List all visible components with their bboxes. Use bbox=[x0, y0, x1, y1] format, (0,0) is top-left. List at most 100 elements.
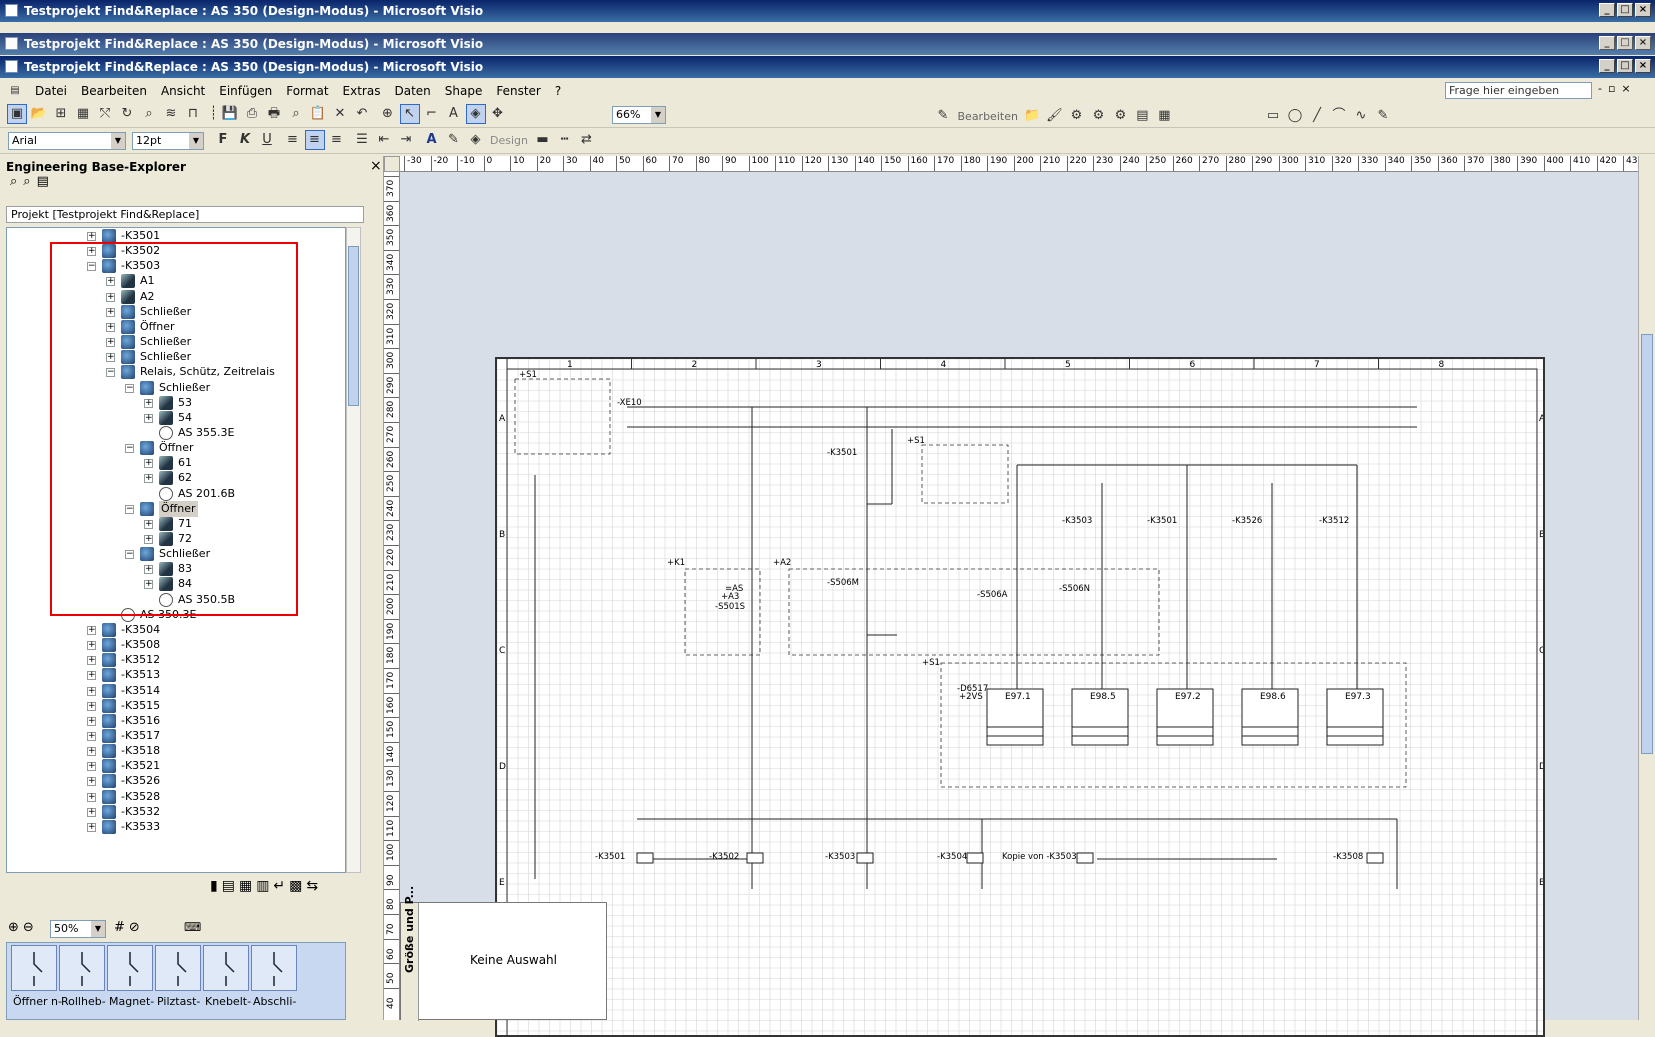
tree-node[interactable]: +-K3532 bbox=[7, 804, 346, 820]
pencil-tool-icon[interactable]: ✎ bbox=[1373, 106, 1393, 126]
stencil-shape[interactable] bbox=[155, 945, 201, 991]
save-icon[interactable]: 💾 bbox=[220, 104, 240, 124]
expand-icon[interactable]: + bbox=[87, 671, 96, 680]
undo-icon[interactable]: ↶ bbox=[352, 104, 372, 124]
expand-icon[interactable]: + bbox=[87, 641, 96, 650]
bearbeiten-dropdown[interactable]: Bearbeiten bbox=[958, 110, 1018, 123]
italic-button[interactable]: K bbox=[235, 130, 255, 150]
menu-fenster[interactable]: Fenster bbox=[489, 84, 548, 98]
gear-icon[interactable]: ⚙ bbox=[1088, 106, 1108, 126]
report-icon[interactable]: ▤ bbox=[1132, 106, 1152, 126]
grid-icon[interactable]: ▦ bbox=[1154, 106, 1174, 126]
search-icon[interactable]: ⌕ bbox=[10, 174, 23, 189]
tree-node[interactable]: +-K3514 bbox=[7, 683, 346, 699]
tree-node[interactable]: +-K3515 bbox=[7, 698, 346, 714]
pan-icon[interactable]: ✥ bbox=[488, 104, 508, 124]
window-title-bar-1[interactable]: Testprojekt Find&Replace : AS 350 (Desig… bbox=[0, 0, 1655, 22]
zoom-out-icon[interactable]: ⊖ bbox=[23, 920, 38, 935]
size-panel-header[interactable]: Größe und P... bbox=[401, 903, 419, 1021]
minimize-button[interactable]: _ bbox=[1599, 3, 1615, 17]
project-header[interactable]: Projekt [Testprojekt Find&Replace] bbox=[6, 206, 364, 223]
expand-icon[interactable]: + bbox=[87, 823, 96, 832]
tree-node[interactable]: +-K3518 bbox=[7, 743, 346, 759]
tree-node[interactable]: +-K3513 bbox=[7, 667, 346, 683]
close-icon[interactable]: × bbox=[370, 158, 382, 174]
align-right-icon[interactable]: ≡ bbox=[327, 130, 347, 150]
window-title-bar-2[interactable]: Testprojekt Find&Replace : AS 350 (Desig… bbox=[0, 33, 1655, 55]
tree-node[interactable]: +-K3508 bbox=[7, 637, 346, 653]
open-icon[interactable]: 📂 bbox=[29, 104, 49, 124]
search-clear-icon[interactable]: ⌕ bbox=[23, 174, 36, 189]
tree-icon[interactable]: ⊞ bbox=[51, 104, 71, 124]
menu-help[interactable]: ? bbox=[548, 84, 568, 98]
expand-icon[interactable]: + bbox=[87, 793, 96, 802]
minimize-button[interactable]: _ bbox=[1599, 59, 1615, 73]
expand-icon[interactable]: + bbox=[87, 747, 96, 756]
expand-icon[interactable]: + bbox=[87, 656, 96, 665]
line-pattern-icon[interactable]: ┅ bbox=[554, 130, 574, 150]
design-button[interactable]: Design bbox=[490, 134, 528, 147]
stencil-shape[interactable] bbox=[251, 945, 297, 991]
pointer-tool-icon[interactable]: ↖ bbox=[400, 104, 420, 124]
schematic-sheet[interactable]: 12345678AABBCCDDEEE97.1E98.5E97.2E98.6E9… bbox=[495, 357, 1545, 1037]
connector-tool-icon[interactable]: ⌐ bbox=[422, 104, 442, 124]
document-icon[interactable]: ▤ bbox=[6, 83, 24, 99]
grid-icon[interactable]: # bbox=[114, 920, 129, 935]
link-icon[interactable]: ⊘ bbox=[129, 920, 144, 935]
expand-icon[interactable]: + bbox=[87, 232, 96, 241]
freeform-tool-icon[interactable]: ∿ bbox=[1351, 106, 1371, 126]
minimize-button[interactable]: _ bbox=[1599, 36, 1615, 50]
book-icon[interactable]: ▮ bbox=[210, 878, 222, 894]
gear-icon[interactable]: ⚙ bbox=[1066, 106, 1086, 126]
expand-icon[interactable]: + bbox=[87, 777, 96, 786]
insert-icon[interactable]: ⊕ bbox=[378, 104, 398, 124]
tree-node[interactable]: +-K3521 bbox=[7, 758, 346, 774]
menu-daten[interactable]: Daten bbox=[387, 84, 437, 98]
menu-extras[interactable]: Extras bbox=[336, 84, 388, 98]
text-tool-icon[interactable]: A bbox=[444, 104, 464, 124]
tree-node[interactable]: +-K3516 bbox=[7, 713, 346, 729]
paste-icon[interactable]: 📋 bbox=[308, 104, 328, 124]
font-select[interactable]: Arial▼ bbox=[8, 132, 126, 150]
vertical-scrollbar[interactable] bbox=[1638, 156, 1655, 1020]
tree-node[interactable]: +-K3526 bbox=[7, 773, 346, 789]
folder-icon[interactable]: ▦ bbox=[239, 878, 256, 894]
close-button[interactable]: × bbox=[1635, 3, 1651, 17]
tree-scrollbar[interactable] bbox=[346, 227, 361, 873]
stencil-shape[interactable] bbox=[59, 945, 105, 991]
align-center-icon[interactable]: ≡ bbox=[305, 130, 325, 150]
doc-icon[interactable]: ▥ bbox=[256, 878, 273, 894]
tree-node[interactable]: +-K3528 bbox=[7, 789, 346, 805]
close-button[interactable]: × bbox=[1635, 36, 1651, 50]
underline-button[interactable]: U bbox=[257, 130, 277, 150]
line-color-icon[interactable]: ✎ bbox=[444, 130, 464, 150]
wire-icon[interactable]: ⊓ bbox=[183, 104, 203, 124]
connect-icon[interactable]: ⤲ bbox=[95, 104, 115, 124]
stencil-shape[interactable] bbox=[11, 945, 57, 991]
stack-icon[interactable]: ≋ bbox=[161, 104, 181, 124]
sync-icon[interactable]: ⇆ bbox=[306, 878, 322, 894]
font-size-select[interactable]: 12pt▼ bbox=[132, 132, 204, 150]
line-weight-icon[interactable]: ▬ bbox=[532, 130, 552, 150]
indent-increase-icon[interactable]: ⇥ bbox=[396, 130, 416, 150]
expand-icon[interactable]: + bbox=[87, 762, 96, 771]
close-button[interactable]: × bbox=[1635, 59, 1651, 73]
indent-decrease-icon[interactable]: ⇤ bbox=[374, 130, 394, 150]
line-tool-icon[interactable]: ╱ bbox=[1307, 106, 1327, 126]
gear-icon[interactable]: ⚙ bbox=[1110, 106, 1130, 126]
maximize-button[interactable]: □ bbox=[1617, 3, 1633, 17]
ellipse-tool-icon[interactable]: ◯ bbox=[1285, 106, 1305, 126]
doc-window-controls[interactable]: -▫× bbox=[1598, 82, 1637, 95]
rectangle-tool-icon[interactable]: ▭ bbox=[1263, 106, 1283, 126]
stencil-shape[interactable] bbox=[107, 945, 153, 991]
scroll-thumb[interactable] bbox=[1641, 334, 1653, 754]
print-preview-icon[interactable]: ⌕ bbox=[286, 104, 306, 124]
tree-node[interactable]: +-K3517 bbox=[7, 728, 346, 744]
expand-icon[interactable]: + bbox=[87, 687, 96, 696]
tree-node[interactable]: +-K3504 bbox=[7, 622, 346, 638]
bullets-icon[interactable]: ☰ bbox=[352, 130, 372, 150]
delete-icon[interactable]: ✕ bbox=[330, 104, 350, 124]
print-setup-icon[interactable]: ⎙ bbox=[242, 104, 262, 124]
tree-node[interactable]: +-K3533 bbox=[7, 819, 346, 835]
expand-icon[interactable]: + bbox=[87, 702, 96, 711]
